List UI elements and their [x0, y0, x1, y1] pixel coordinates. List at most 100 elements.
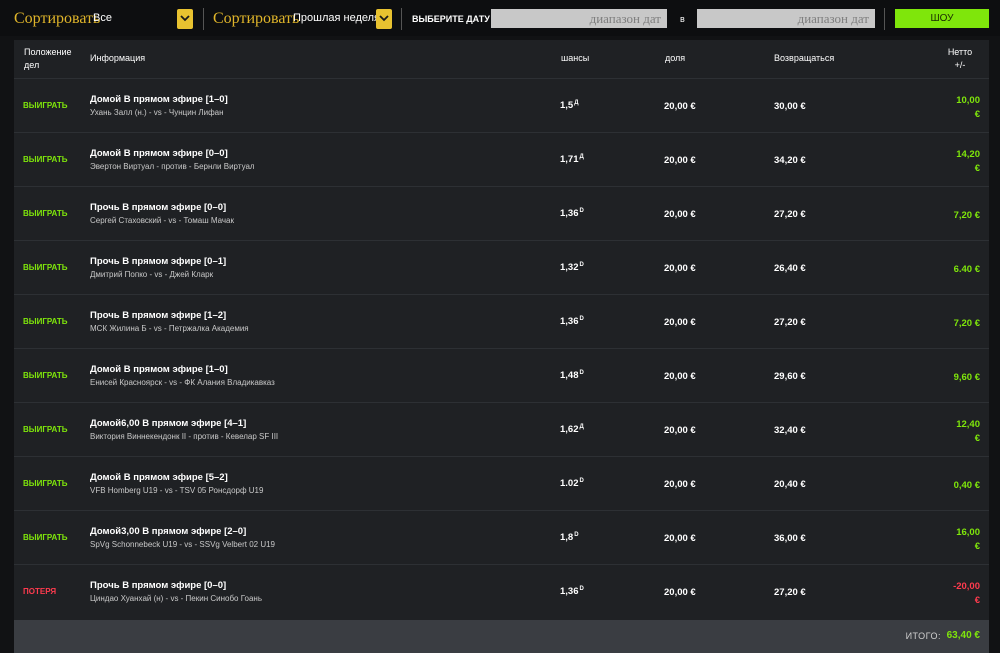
table-row[interactable]: ВЫИГРАТЬ Прочь В прямом эфире [1–2] МСК Жи…: [14, 294, 989, 348]
net-amount: 14,20: [956, 149, 980, 160]
odds-value: 1,36D: [560, 316, 584, 327]
result-badge: ВЫИГРАТЬ: [23, 479, 68, 488]
odds-number: 1,36: [560, 208, 579, 220]
bet-title: Домой В прямом эфире [1–0]: [90, 94, 228, 105]
result-badge: ВЫИГРАТЬ: [23, 371, 68, 380]
header-net-line1: Нетто: [947, 47, 973, 57]
odds-marker: D: [579, 370, 584, 376]
stake-value: 20,00 €: [664, 479, 696, 490]
net-value: 12,40 €: [940, 418, 980, 446]
net-value: 14,20 €: [940, 148, 980, 176]
table-row[interactable]: ВЫИГРАТЬ Домой В прямом эфире [0–0] Эверто…: [14, 132, 989, 186]
header-info: Информация: [90, 53, 146, 63]
return-value: 27,20 €: [774, 587, 806, 598]
result-badge: ВЫИГРАТЬ: [23, 317, 68, 326]
bet-title: Прочь В прямом эфире [0–0]: [90, 202, 227, 213]
bet-title: Прочь В прямом эфире [0–0]: [90, 580, 227, 591]
table-row[interactable]: ВЫИГРАТЬ Домой6,00 В прямом эфире [4–1] Ви…: [14, 402, 989, 456]
net-currency: €: [974, 433, 980, 444]
net-value: -20,00 €: [940, 580, 980, 608]
bet-title: Домой3,00 В прямом эфире [2–0]: [90, 526, 247, 537]
odds-number: 1,32: [560, 262, 579, 274]
header-odds: шансы: [561, 53, 590, 63]
date-from-input[interactable]: диапазон дат: [491, 9, 667, 28]
bets-table: Положение дел Информация шансы доля Возв…: [14, 40, 989, 653]
table-row[interactable]: ВЫИГРАТЬ Домой В прямом эфире [5–2] VFB Ho…: [14, 456, 989, 510]
bet-teams: Енисей Красноярск - vs - ФК Алания Влади…: [90, 378, 275, 387]
bet-teams: Виктория Виннекендонк II - против - Кеве…: [90, 432, 279, 441]
net-amount: 7,20 €: [953, 318, 980, 329]
net-amount: 16,00: [956, 527, 980, 538]
odds-marker: D: [579, 586, 584, 592]
return-value: 34,20 €: [774, 155, 806, 166]
table-row[interactable]: ВЫИГРАТЬ Прочь В прямом эфире [0–0] Сергей…: [14, 186, 989, 240]
odds-number: 1,5: [560, 100, 574, 112]
divider: [203, 8, 204, 30]
odds-value: 1.02D: [560, 478, 584, 489]
bet-teams: Ухань Залл (н.) - vs - Чунцин Лифан: [90, 108, 224, 117]
period-dropdown-button[interactable]: [376, 9, 392, 29]
header-net-line2: +/-: [954, 60, 966, 70]
chevron-down-icon: [379, 15, 389, 22]
net-value: 7,20 €: [940, 209, 980, 223]
net-currency: €: [974, 541, 980, 552]
table-row[interactable]: ВЫИГРАТЬ Прочь В прямом эфире [0–1] Дмитри…: [14, 240, 989, 294]
odds-number: 1,71: [560, 154, 579, 166]
return-value: 36,00 €: [774, 533, 806, 544]
filter-bar: Сортировать Все Сортировать Прошлая неде…: [0, 0, 1000, 36]
sort-select-value[interactable]: Все: [93, 12, 112, 24]
odds-number: 1,62: [560, 424, 579, 436]
net-value: 16,00 €: [940, 526, 980, 554]
odds-number: 1,48: [560, 370, 579, 382]
divider: [884, 8, 885, 30]
stake-value: 20,00 €: [664, 533, 696, 544]
net-currency: €: [974, 595, 980, 606]
table-row[interactable]: ПОТЕРЯ Прочь В прямом эфире [0–0] Циндао Х…: [14, 564, 989, 618]
net-amount: 0,40 €: [953, 480, 980, 491]
stake-value: 20,00 €: [664, 371, 696, 382]
return-value: 27,20 €: [774, 317, 806, 328]
odds-marker: Д: [579, 424, 584, 430]
odds-marker: D: [574, 532, 579, 538]
odds-number: 1,36: [560, 316, 579, 328]
date-label: ВЫБЕРИТЕ ДАТУ: [412, 14, 490, 24]
net-amount: -20,00: [953, 581, 980, 592]
odds-value: 1,36D: [560, 208, 584, 219]
table-row[interactable]: ВЫИГРАТЬ Домой В прямом эфире [1–0] Енисей…: [14, 348, 989, 402]
sort-dropdown-button[interactable]: [177, 9, 193, 29]
bet-title: Домой В прямом эфире [5–2]: [90, 472, 228, 483]
table-row[interactable]: ВЫИГРАТЬ Домой В прямом эфире [1–0] Ухань …: [14, 78, 989, 132]
net-value: 7,20 €: [940, 317, 980, 331]
period-select-value[interactable]: Прошлая неделя: [293, 12, 380, 24]
net-amount: 6.40 €: [953, 264, 980, 275]
date-to-input[interactable]: диапазон дат: [697, 9, 875, 28]
bet-teams: МСК Жилина Б - vs - Петржалка Академия: [90, 324, 249, 333]
stake-value: 20,00 €: [664, 101, 696, 112]
bet-teams: Дмитрий Попко - vs - Джей Кларк: [90, 270, 214, 279]
result-badge: ВЫИГРАТЬ: [23, 209, 68, 218]
bet-teams: VFB Homberg U19 - vs - TSV 05 Ронсдорф U…: [90, 486, 264, 495]
result-badge: ВЫИГРАТЬ: [23, 101, 68, 110]
bet-title: Домой В прямом эфире [0–0]: [90, 148, 228, 159]
odds-number: 1.02: [560, 478, 579, 490]
net-currency: €: [974, 163, 980, 174]
odds-marker: D: [579, 262, 584, 268]
divider: [401, 8, 402, 30]
show-button[interactable]: ШОУ: [895, 9, 989, 28]
header-position-line1: Положение: [24, 47, 72, 57]
header-position-line2: дел: [24, 60, 40, 70]
net-amount: 7,20 €: [953, 210, 980, 221]
stake-value: 20,00 €: [664, 425, 696, 436]
bet-title: Домой6,00 В прямом эфире [4–1]: [90, 418, 247, 429]
table-row[interactable]: ВЫИГРАТЬ Домой3,00 В прямом эфире [2–0] Sp…: [14, 510, 989, 564]
odds-number: 1,8: [560, 532, 574, 544]
net-value: 6.40 €: [940, 263, 980, 277]
result-badge: ВЫИГРАТЬ: [23, 533, 68, 542]
stake-value: 20,00 €: [664, 587, 696, 598]
result-badge: ПОТЕРЯ: [23, 587, 57, 596]
return-value: 29,60 €: [774, 371, 806, 382]
net-amount: 9,60 €: [953, 372, 980, 383]
bet-teams: SpVg Schonnebeck U19 - vs - SSVg Velbert…: [90, 540, 275, 549]
bet-teams: Циндао Хуанхай (н) - vs - Пекин Синобо Г…: [90, 594, 263, 603]
return-value: 27,20 €: [774, 209, 806, 220]
